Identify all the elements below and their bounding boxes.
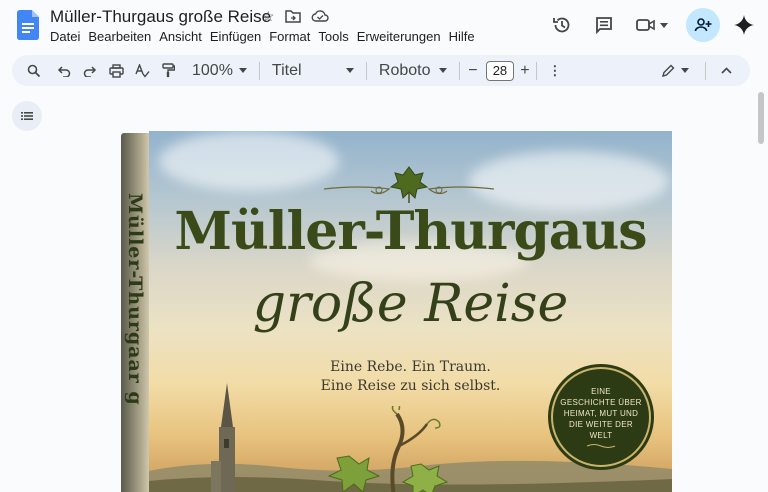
book-spine: Müller-Thurgaar g (121, 133, 151, 492)
toolbar-divider (705, 61, 706, 80)
more-options-icon[interactable]: ⋮ (543, 59, 567, 83)
cloud-shape (159, 131, 339, 191)
church-tower-illustration (211, 383, 235, 492)
formatting-toolbar: 100% Titel Roboto − 28 + ⋮ (12, 55, 750, 86)
redo-icon[interactable] (78, 59, 102, 83)
book-cover-image[interactable]: Müller-Thurgaar g Müller-Thurgaus große … (121, 131, 672, 492)
cloud-saved-icon[interactable] (311, 9, 329, 23)
paint-format-icon[interactable] (156, 59, 180, 83)
document-title[interactable]: Müller-Thurgaus große Reise (50, 7, 271, 27)
menu-erweiterungen[interactable]: Erweiterungen (357, 29, 447, 44)
move-to-folder-icon[interactable] (284, 9, 301, 23)
menu-tools[interactable]: Tools (318, 29, 354, 44)
scrollbar-thumb[interactable] (758, 92, 764, 144)
zoom-select[interactable]: 100% (186, 62, 253, 80)
badge-line: WELT (589, 430, 613, 440)
title-icons: ☆ (262, 9, 329, 23)
spine-title: Müller-Thurgaar g (124, 193, 146, 406)
book-front-cover: Müller-Thurgaus große Reise Eine Rebe. E… (149, 131, 672, 492)
menu-ansicht[interactable]: Ansicht (159, 29, 208, 44)
menu-hilfe[interactable]: Hilfe (449, 29, 481, 44)
google-docs-icon[interactable] (17, 10, 39, 40)
chevron-down-icon (345, 68, 354, 73)
toolbar-divider (365, 61, 367, 80)
chevron-down-icon (660, 22, 668, 28)
share-button[interactable] (686, 8, 720, 42)
font-family-value: Roboto (378, 61, 431, 79)
cover-badge: EINE GESCHICHTE ÜBER HEIMAT, MUT UND DIE… (551, 367, 651, 467)
toolbar-divider (258, 61, 260, 80)
zoom-value: 100% (192, 61, 233, 79)
decrease-font-size-button[interactable]: − (466, 59, 480, 83)
vertical-scrollbar[interactable] (754, 88, 768, 492)
comments-icon[interactable] (590, 11, 618, 39)
cover-title: Müller-Thurgaus (174, 201, 647, 262)
menu-einfuegen[interactable]: Einfügen (210, 29, 267, 44)
badge-line: HEIMAT, MUT UND (563, 408, 639, 418)
share-person-icon (694, 18, 712, 32)
font-size-input[interactable]: 28 (485, 60, 514, 81)
search-menus-icon[interactable] (22, 59, 46, 83)
menu-bearbeiten[interactable]: Bearbeiten (88, 29, 157, 44)
menu-datei[interactable]: Datei (50, 29, 86, 44)
star-icon[interactable]: ☆ (262, 9, 275, 23)
print-icon[interactable] (104, 59, 128, 83)
document-outline-button[interactable] (12, 101, 42, 131)
font-family-select[interactable]: Roboto (373, 62, 453, 80)
pencil-icon (661, 64, 674, 77)
toolbar-divider (535, 61, 537, 80)
gemini-sparkle-icon[interactable] (734, 15, 754, 35)
outline-list-icon (21, 112, 33, 120)
badge-line: DIE WEITE DER (569, 419, 633, 429)
title-bar: Müller-Thurgaus große Reise ☆ Datei Bear… (0, 0, 768, 52)
version-history-icon[interactable] (548, 11, 576, 39)
toolbar-divider (458, 61, 460, 80)
chevron-down-icon (238, 68, 247, 73)
paragraph-style-value: Titel (271, 61, 302, 79)
collapse-menus-icon[interactable] (714, 59, 738, 83)
cover-subtitle: große Reise (252, 274, 569, 334)
header-actions (548, 8, 754, 42)
paragraph-style-select[interactable]: Titel (266, 62, 360, 80)
badge-line: EINE (591, 386, 611, 396)
badge-flourish-icon (586, 443, 616, 448)
increase-font-size-button[interactable]: + (514, 59, 536, 83)
menu-format[interactable]: Format (269, 29, 316, 44)
grapevine-illustration (327, 406, 449, 492)
menu-bar: Datei Bearbeiten Ansicht Einfügen Format… (50, 29, 483, 44)
chevron-down-icon (438, 68, 447, 73)
chevron-down-icon (680, 68, 689, 73)
badge-line: GESCHICHTE ÜBER (560, 397, 642, 407)
video-call-icon[interactable] (632, 11, 672, 39)
editing-mode-button[interactable] (655, 59, 695, 83)
undo-icon[interactable] (52, 59, 76, 83)
spellcheck-icon[interactable] (130, 59, 154, 83)
